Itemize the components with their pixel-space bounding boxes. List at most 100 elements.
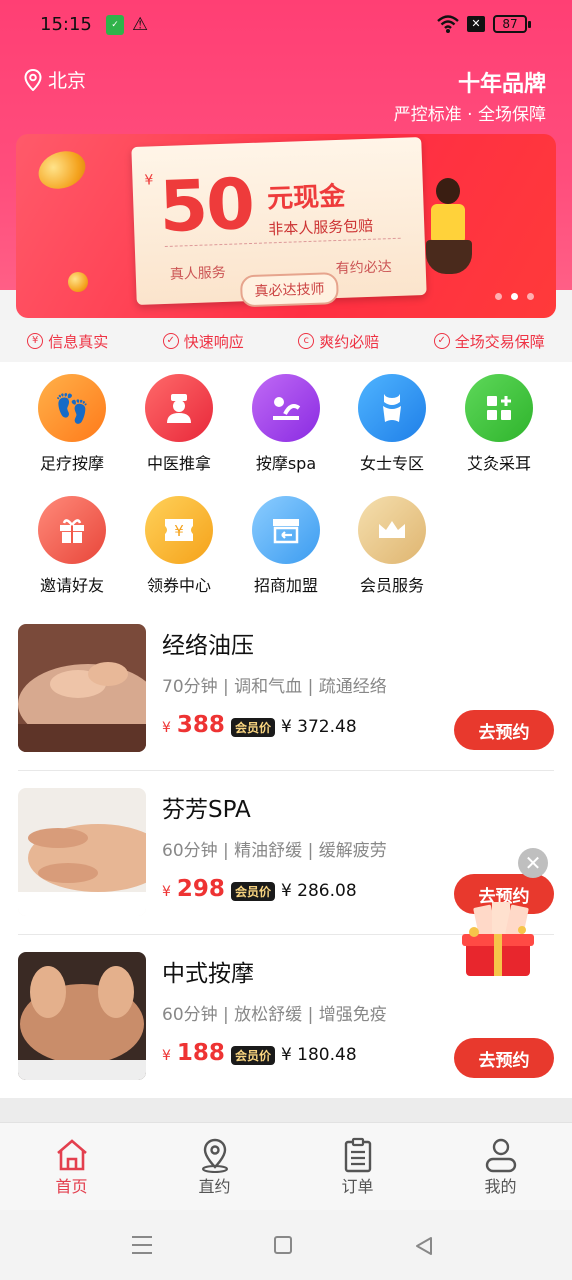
service-name: 中式按摩 <box>162 961 254 987</box>
check-shield-icon: ✓ <box>433 333 450 349</box>
service-name: 经络油压 <box>162 633 254 659</box>
sim-off-icon: ✕ <box>467 16 485 32</box>
feature-label: 爽约必赔 <box>319 332 380 351</box>
grid-plus-icon <box>465 374 533 442</box>
back-triangle-icon[interactable] <box>414 1236 434 1260</box>
footprint-icon: 👣 <box>38 374 106 442</box>
tab-label: 我的 <box>484 1177 517 1196</box>
price-row: ¥ 388 会员价 ¥ 372.48 <box>162 712 357 738</box>
category-grid: 👣 足疗按摩 中医推拿 按摩spa 女士专区 艾灸采耳 邀请好友 ¥ 领券中心 … <box>0 362 572 606</box>
category-label: 艾灸采耳 <box>466 454 531 473</box>
service-price: 388 <box>176 712 225 738</box>
service-description: 60分钟 | 精油舒缓 | 缓解疲劳 <box>162 841 387 861</box>
category-foot-massage[interactable]: 👣 足疗按摩 <box>22 374 122 474</box>
red-envelope-gift-icon[interactable] <box>456 900 540 980</box>
clipboard-icon <box>286 1137 429 1173</box>
vip-price: ¥ 180.48 <box>280 1045 357 1065</box>
spa-massage-icon <box>252 374 320 442</box>
category-label: 中医推拿 <box>146 454 211 473</box>
feature-item: ✓ 全场交易保障 <box>433 331 545 352</box>
book-button[interactable]: 去预约 <box>454 710 554 750</box>
feature-label: 全场交易保障 <box>454 332 545 351</box>
category-coupon-center[interactable]: ¥ 领券中心 <box>129 496 229 596</box>
service-list: 经络油压 70分钟 | 调和气血 | 疏通经络 ¥ 388 会员价 ¥ 372.… <box>0 606 572 1098</box>
tab-home[interactable]: 首页 <box>0 1123 143 1210</box>
currency-symbol: ¥ <box>162 1048 171 1064</box>
cash-ticket: ¥ 50 元现金 非本人服务包赔 真人服务 有约必达 真必达技师 <box>131 136 427 308</box>
category-label: 女士专区 <box>359 454 424 473</box>
service-description: 70分钟 | 调和气血 | 疏通经络 <box>162 677 387 697</box>
service-price: 188 <box>176 1040 225 1066</box>
close-icon[interactable]: ✕ <box>518 848 548 878</box>
girl-illustration <box>431 204 465 244</box>
carousel-dot[interactable] <box>527 293 534 300</box>
carousel-dot[interactable] <box>495 293 502 300</box>
carousel-dot-active[interactable] <box>511 293 518 300</box>
ticket-left-tag: 真人服务 <box>169 264 227 283</box>
book-button[interactable]: 去预约 <box>454 1038 554 1078</box>
feature-label: 快速响应 <box>183 332 244 351</box>
notification-app-icon: ✓ <box>106 15 124 35</box>
category-tcm-massage[interactable]: 中医推拿 <box>129 374 229 474</box>
vip-badge: 会员价 <box>230 718 275 737</box>
service-item[interactable]: 经络油压 70分钟 | 调和气血 | 疏通经络 ¥ 388 会员价 ¥ 372.… <box>18 606 554 770</box>
service-name: 芬芳SPA <box>162 797 251 823</box>
home-icon <box>0 1137 143 1173</box>
category-label: 领券中心 <box>146 576 211 595</box>
feature-item: ¥ 信息真实 <box>27 331 108 352</box>
feature-item: c 爽约必赔 <box>298 331 379 352</box>
menu-icon[interactable] <box>132 1236 152 1260</box>
category-spa[interactable]: 按摩spa <box>236 374 336 474</box>
location-label: 北京 <box>48 70 87 92</box>
tab-orders[interactable]: 订单 <box>286 1123 429 1210</box>
refund-circle-icon: c <box>298 333 315 349</box>
category-label: 邀请好友 <box>39 576 104 595</box>
service-price: 298 <box>176 876 225 902</box>
category-member-service[interactable]: 会员服务 <box>342 496 442 596</box>
price-row: ¥ 188 会员价 ¥ 180.48 <box>162 1040 357 1066</box>
coin-decoration <box>33 144 91 196</box>
svg-text:¥: ¥ <box>174 522 184 540</box>
category-ladies[interactable]: 女士专区 <box>342 374 442 474</box>
service-description: 60分钟 | 放松舒缓 | 增强免疫 <box>162 1005 387 1025</box>
gift-icon <box>38 496 106 564</box>
ticket-pill: 真必达技师 <box>239 271 339 308</box>
home-square-icon[interactable] <box>274 1236 292 1254</box>
swimsuit-icon <box>358 374 426 442</box>
user-icon <box>429 1137 572 1173</box>
girl-illustration <box>436 178 460 204</box>
wifi-icon <box>436 14 460 38</box>
feature-label: 信息真实 <box>48 332 109 351</box>
doctor-icon <box>145 374 213 442</box>
promo-banner[interactable]: ¥ 50 元现金 非本人服务包赔 真人服务 有约必达 真必达技师 <box>16 134 556 318</box>
tab-label: 首页 <box>55 1177 88 1196</box>
system-navigation-bar <box>0 1210 572 1280</box>
location-pin-icon <box>24 68 42 91</box>
ticket-right-tag: 有约必达 <box>335 259 392 278</box>
coin-decoration <box>68 272 88 292</box>
category-label: 招商加盟 <box>253 576 318 595</box>
category-moxibustion[interactable]: 艾灸采耳 <box>449 374 549 474</box>
bottom-tab-bar: 首页 直约 订单 我的 <box>0 1122 572 1210</box>
ticket-amount: 50 <box>158 162 255 249</box>
category-franchise[interactable]: 招商加盟 <box>236 496 336 596</box>
vip-price: ¥ 372.48 <box>280 717 357 737</box>
tab-profile[interactable]: 我的 <box>429 1123 572 1210</box>
tab-label: 订单 <box>341 1177 374 1196</box>
yen-circle-icon: ¥ <box>27 333 44 349</box>
status-bar: 15:15 ✓ ⚠ ✕ 87 <box>0 0 572 50</box>
brand-subtitle: 严控标准 · 全场保障 <box>393 105 546 125</box>
check-shield-icon: ✓ <box>162 333 179 349</box>
tab-direct-booking[interactable]: 直约 <box>143 1123 286 1210</box>
currency-symbol: ¥ <box>162 720 171 736</box>
feature-strip: ¥ 信息真实 ✓ 快速响应 c 爽约必赔 ✓ 全场交易保障 <box>0 320 572 362</box>
location-pin-icon <box>143 1137 286 1173</box>
carousel-dots <box>495 293 534 300</box>
category-label: 按摩spa <box>255 454 317 473</box>
location-selector[interactable]: 北京 <box>24 66 86 93</box>
feature-item: ✓ 快速响应 <box>162 331 244 352</box>
category-invite-friends[interactable]: 邀请好友 <box>22 496 122 596</box>
ticket-guarantee: 非本人服务包赔 <box>267 216 374 239</box>
warning-icon: ⚠ <box>132 14 149 35</box>
ticket-cash-label: 元现金 <box>266 181 346 215</box>
